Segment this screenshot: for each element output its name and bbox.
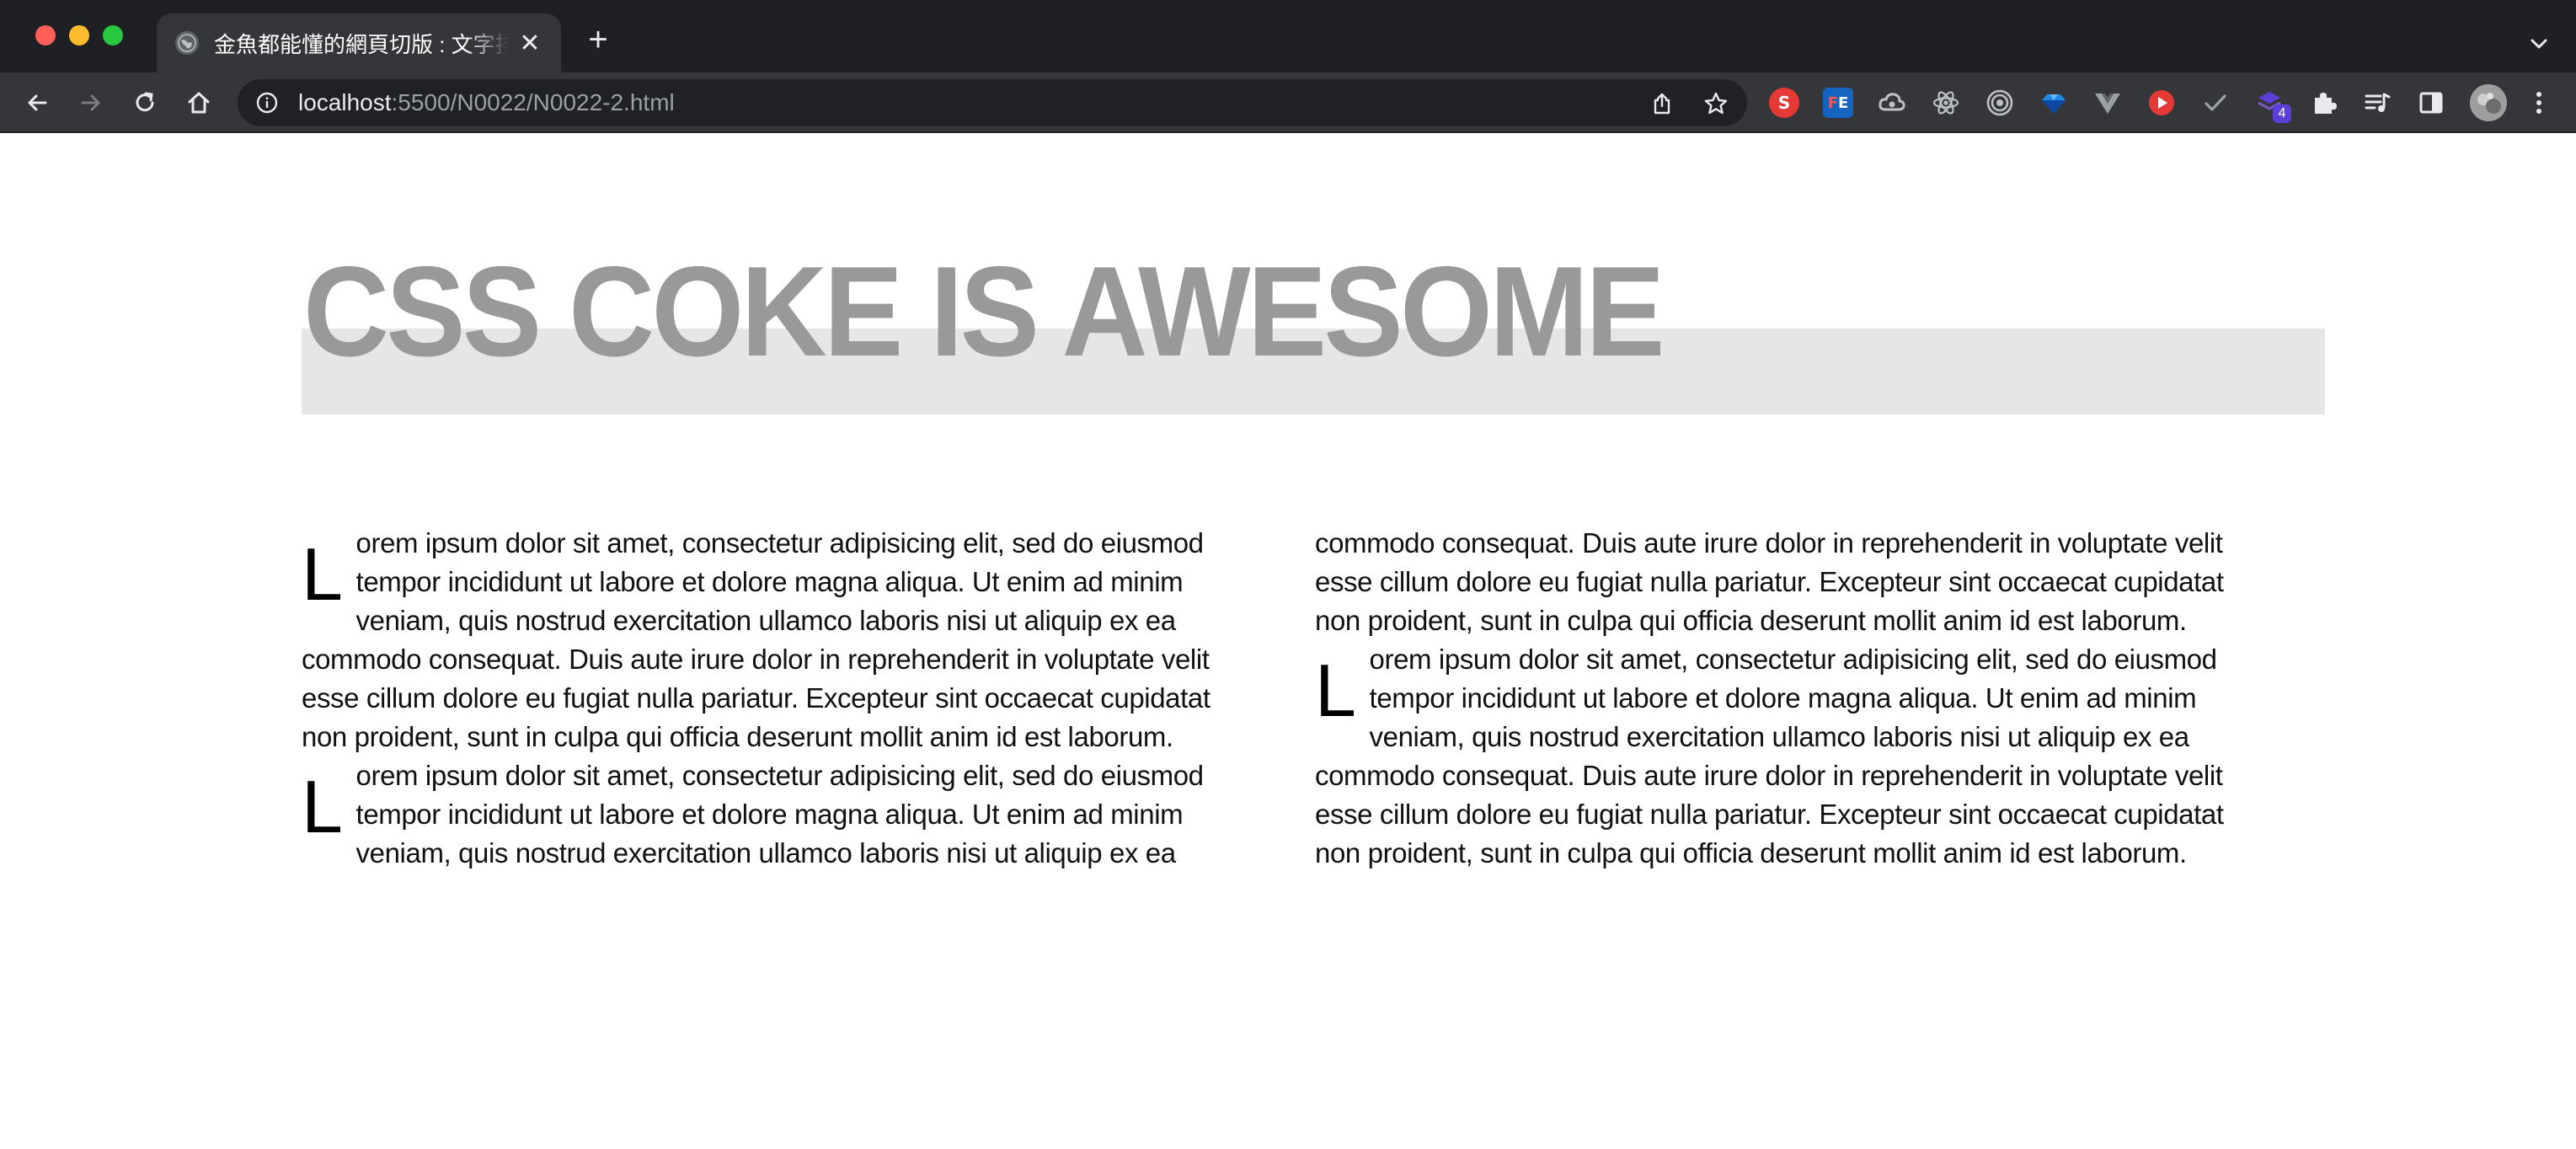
target-extension-icon[interactable]: [1985, 88, 2015, 118]
url-host: localhost: [298, 89, 392, 115]
close-window-button[interactable]: [35, 25, 56, 45]
chevron-down-icon[interactable]: [2522, 27, 2556, 61]
zoom-window-button[interactable]: [103, 25, 123, 45]
media-queue-icon[interactable]: [2362, 88, 2392, 118]
site-info-icon[interactable]: [254, 90, 280, 115]
minimize-window-button[interactable]: [69, 25, 89, 45]
side-panel-icon[interactable]: [2416, 88, 2446, 118]
stack-extension-icon[interactable]: 4: [2254, 88, 2291, 123]
globe-icon: [175, 31, 199, 55]
page-viewport: CSS COKE IS AWESOME Lorem ipsum dolor si…: [0, 133, 2576, 1149]
forward-arrow-icon[interactable]: [72, 84, 110, 121]
share-icon[interactable]: [1648, 89, 1676, 118]
article-paragraph: Lorem ipsum dolor sit amet, consectetur …: [302, 524, 1251, 756]
home-icon[interactable]: [180, 84, 217, 121]
react-devtools-icon[interactable]: [1931, 88, 1961, 118]
drop-cap: L: [302, 765, 343, 848]
bookmark-star-icon[interactable]: [1702, 89, 1730, 118]
gem-extension-icon[interactable]: [2039, 88, 2069, 118]
url-path: :5500/N0022/N0022-2.html: [391, 89, 675, 115]
close-tab-icon[interactable]: ✕: [517, 29, 542, 57]
play-extension-icon[interactable]: [2146, 88, 2177, 118]
drop-cap: L: [1315, 649, 1356, 732]
new-tab-button[interactable]: +: [581, 23, 615, 57]
paragraph-text: orem ipsum dolor sit amet, consectetur a…: [302, 527, 1211, 752]
article-paragraph: Lorem ipsum dolor sit amet, consectetur …: [1315, 640, 2264, 873]
reload-icon[interactable]: [126, 84, 163, 121]
browser-tab-bar: 金魚都能懂的網頁切版 : 文字排版 ✕ +: [0, 0, 2576, 72]
more-menu-icon[interactable]: [2524, 88, 2554, 118]
vue-devtools-icon[interactable]: [2092, 88, 2123, 118]
address-bar[interactable]: localhost:5500/N0022/N0022-2.html: [238, 79, 1747, 126]
tab-title: 金魚都能懂的網頁切版 : 文字排版: [214, 31, 509, 57]
extension-badge: 4: [2273, 104, 2291, 123]
s-extension-icon[interactable]: S: [1769, 88, 1799, 118]
article-columns: Lorem ipsum dolor sit amet, consectetur …: [302, 524, 2264, 873]
profile-avatar[interactable]: [2470, 84, 2507, 121]
headline-section: CSS COKE IS AWESOME: [302, 248, 2325, 421]
drop-cap: L: [302, 532, 343, 616]
browser-toolbar: localhost:5500/N0022/N0022-2.html S FE: [0, 72, 2576, 133]
active-tab[interactable]: 金魚都能懂的網頁切版 : 文字排版 ✕: [157, 13, 561, 72]
page-headline: CSS COKE IS AWESOME: [303, 240, 1665, 383]
back-arrow-icon[interactable]: [19, 84, 56, 121]
fe-extension-icon[interactable]: FE: [1823, 88, 1853, 118]
paragraph-text: orem ipsum dolor sit amet, consectetur a…: [1315, 644, 2224, 868]
check-extension-icon[interactable]: [2200, 88, 2231, 118]
cloud-extension-icon[interactable]: [1877, 88, 1907, 118]
puzzle-extensions-icon[interactable]: [2308, 88, 2338, 118]
